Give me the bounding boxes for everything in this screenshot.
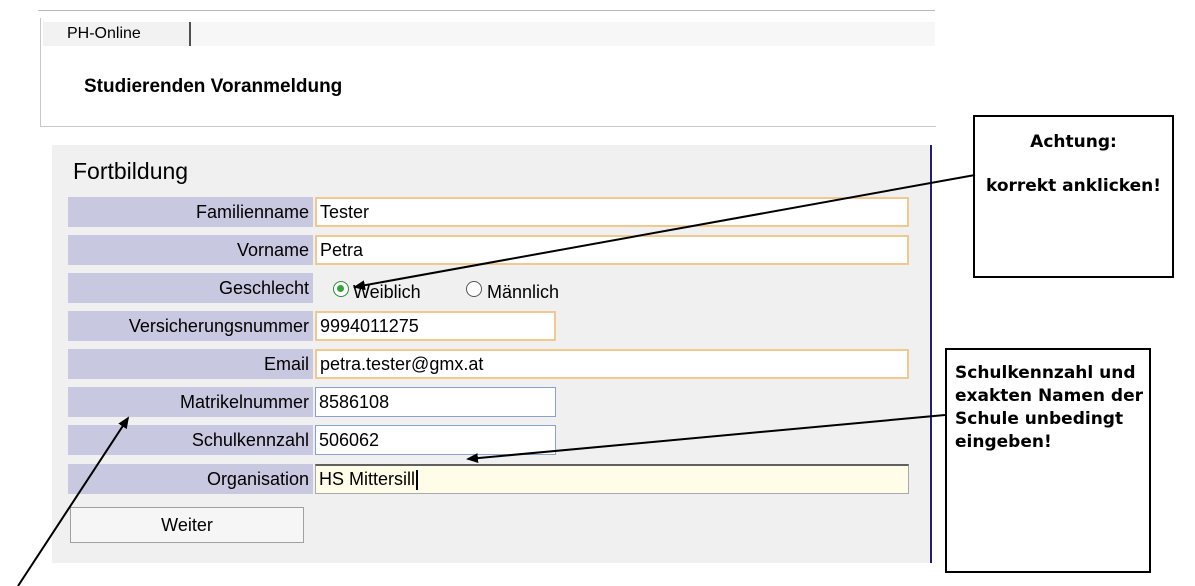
arrow-to-schulkennzahl bbox=[466, 414, 946, 464]
arrow-to-matrikelnummer bbox=[17, 416, 130, 586]
annotation-arrows bbox=[17, 174, 976, 586]
arrow-to-radio bbox=[353, 174, 976, 291]
